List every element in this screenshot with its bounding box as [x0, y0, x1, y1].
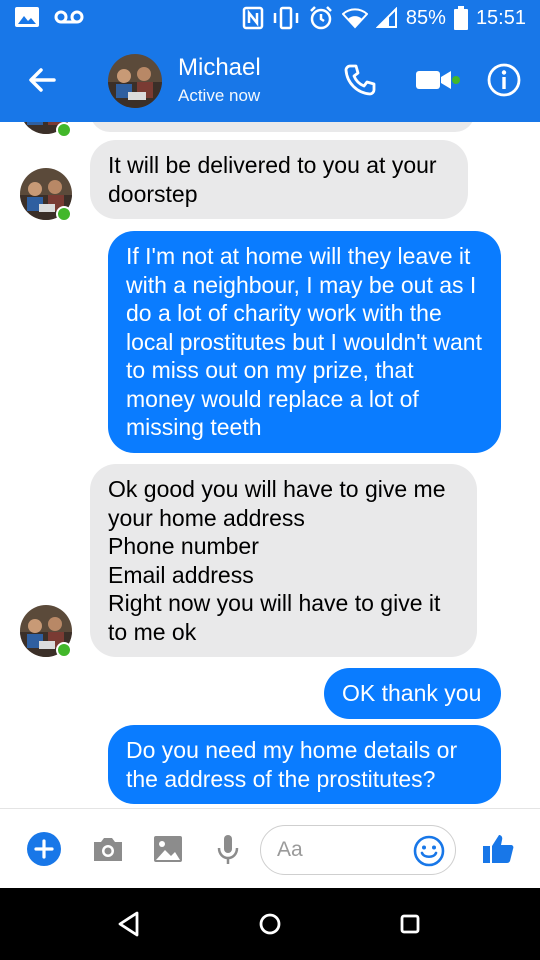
phone-icon[interactable] [342, 62, 378, 98]
emoji-icon[interactable] [413, 835, 445, 867]
message-outgoing: OK thank you [324, 668, 501, 719]
message-outgoing: If I'm not at home will they leave it wi… [108, 231, 501, 453]
message-incoming: It will be delivered to you at your door… [90, 140, 468, 219]
image-icon[interactable] [150, 831, 186, 867]
avatar[interactable] [108, 54, 162, 108]
gallery-icon [15, 7, 39, 27]
battery-percent: 85% [405, 6, 446, 29]
contact-name: Michael [178, 54, 261, 81]
status-bar: 85% 15:51 [0, 0, 540, 38]
message-incoming: Ok good you will have to give me your ho… [90, 464, 477, 657]
battery-icon [453, 6, 468, 30]
clock: 15:51 [475, 6, 526, 29]
message-composer: Aa [0, 808, 540, 888]
wifi-icon [341, 8, 368, 29]
recents-square-icon[interactable] [394, 908, 426, 940]
input-placeholder: Aa [277, 838, 303, 861]
info-icon[interactable] [486, 62, 522, 98]
message-input[interactable]: Aa [260, 825, 456, 875]
voicemail-icon [54, 10, 84, 24]
nfc-icon [242, 6, 264, 30]
system-nav-bar [0, 888, 540, 960]
back-arrow-icon[interactable] [24, 62, 60, 98]
conversation-header: Michael Active now [0, 38, 540, 122]
thumbs-up-icon[interactable] [480, 831, 516, 867]
online-indicator [56, 642, 72, 658]
signal-icon [375, 7, 397, 28]
microphone-icon[interactable] [210, 831, 246, 867]
message-list[interactable]: It will be delivered to you at your door… [0, 122, 540, 808]
plus-icon[interactable] [26, 831, 62, 867]
alarm-icon [310, 6, 332, 30]
back-triangle-icon[interactable] [113, 908, 145, 940]
video-camera-icon[interactable] [414, 62, 462, 98]
message-bubble-partial [90, 122, 475, 132]
online-indicator [56, 122, 72, 138]
message-outgoing: Do you need my home details or the addre… [108, 725, 501, 804]
vibrate-icon [273, 6, 299, 30]
home-circle-icon[interactable] [254, 908, 286, 940]
camera-icon[interactable] [90, 831, 126, 867]
contact-status: Active now [178, 86, 261, 105]
online-indicator [56, 206, 72, 222]
